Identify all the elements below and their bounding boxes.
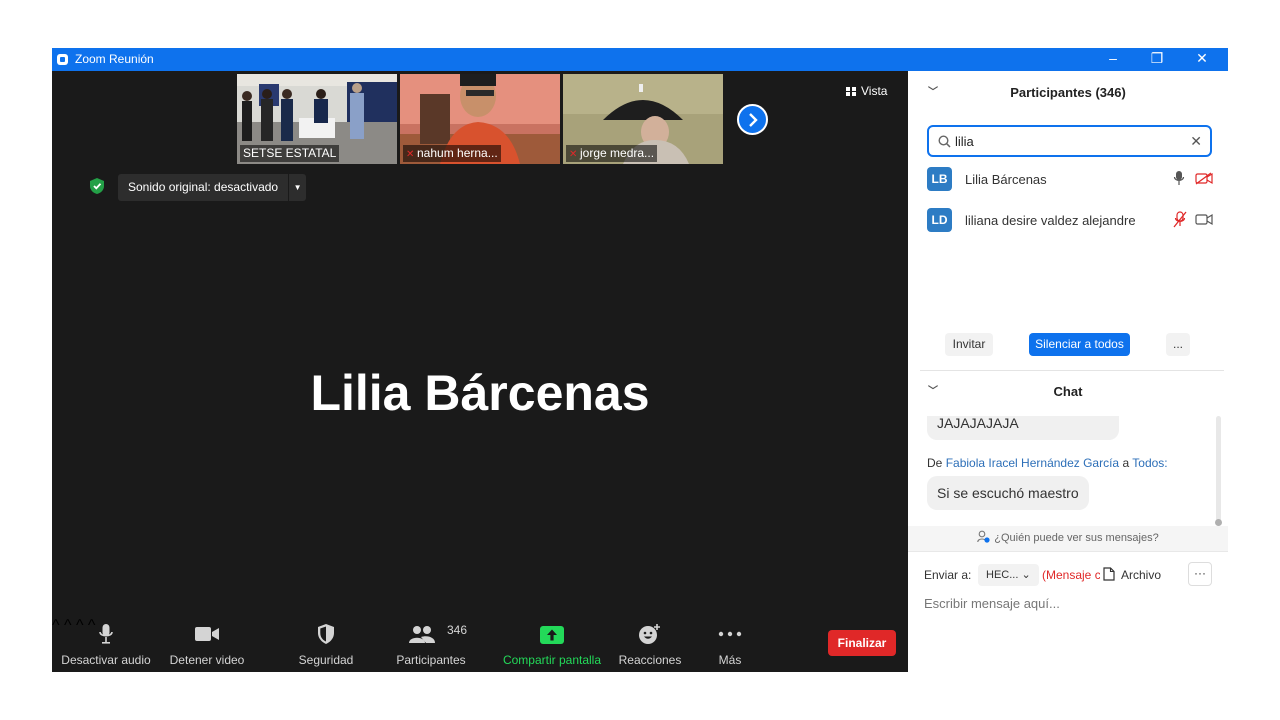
recipient-dropdown[interactable]: HEC... ⌄ [978,564,1039,586]
grid-view-icon [846,87,856,96]
original-sound-toggle[interactable]: Sonido original: desactivado ▼ [118,174,307,201]
collapse-participants-chevron-icon[interactable]: ﹀ [928,73,938,113]
microphone-icon[interactable] [1173,170,1185,187]
shield-icon [318,624,334,644]
mute-all-button[interactable]: Silenciar a todos [1029,333,1130,356]
participant-search-box: ✕ [927,125,1212,157]
zoom-window: Zoom Reunión – ❐ ✕ SETSE ESTATAL ✕ nahum… [52,48,1228,672]
chat-header: ﹀ Chat [908,372,1228,412]
sender-name-link[interactable]: Fabiola Iracel Hernández García [946,456,1119,470]
zoom-logo-icon [57,54,68,65]
collapse-chat-chevron-icon[interactable]: ﹀ [928,372,938,412]
chat-more-button[interactable]: ··· [1188,562,1212,586]
invite-button[interactable]: Invitar [945,333,993,356]
stop-video-button[interactable]: Detener video [162,617,252,672]
active-speaker-name: Lilia Bárcenas [310,365,650,421]
title-bar: Zoom Reunión – ❐ ✕ [52,48,1228,71]
avatar: LD [927,208,952,232]
microphone-muted-icon[interactable] [1173,211,1187,228]
meeting-area: SETSE ESTATAL ✕ nahum herna... ✕ jorge m… [52,71,908,672]
compose-divider [908,551,1228,552]
participants-count-badge: 346 [447,623,468,637]
video-camera-icon[interactable] [1195,213,1213,226]
video-camera-icon [195,627,219,641]
minimize-button[interactable]: – [1090,48,1136,71]
microphone-icon [99,624,113,644]
meeting-toolbar: Desactivar audio ^ Detener video ^ Segur… [52,617,908,672]
avatar: LB [927,167,952,191]
mic-muted-icon: ✕ [569,149,578,160]
end-meeting-button[interactable]: Finalizar [828,630,896,656]
who-can-see-messages-link[interactable]: ¿Quién puede ver sus mensajes? [908,526,1228,551]
participants-header: ﹀ Participantes (346) [908,73,1228,113]
panel-divider [920,370,1224,371]
send-to-label: Enviar a: [924,568,972,582]
chat-message-bubble: Si se escuchó maestro [927,476,1089,510]
clear-search-icon[interactable]: ✕ [1190,133,1202,150]
participant-name: Lilia Bárcenas [965,172,1047,187]
file-button[interactable]: Archivo [1103,564,1161,586]
send-to-row: Enviar a: HEC... ⌄ (Mensaje c Archivo ··… [924,562,1224,586]
share-screen-button[interactable]: Compartir pantalla [496,617,608,672]
chat-message-bubble: JAJAJAJAJA [927,416,1119,440]
file-icon [1103,567,1115,581]
chevron-down-icon: ⌄ [1021,569,1031,581]
participant-name-label: ✕ nahum herna... [403,145,501,162]
video-thumbnail-nahum[interactable]: ✕ nahum herna... [400,74,560,164]
participant-name: liliana desire valdez alejandre [965,213,1136,228]
participant-name-label: SETSE ESTATAL [240,145,340,162]
emoji-reaction-icon [639,624,660,644]
side-panel: ﹀ Participantes (346) ✕ LB Lilia Bárcena… [908,71,1228,672]
mute-audio-button[interactable]: Desactivar audio [58,617,154,672]
restore-button[interactable]: ❐ [1134,48,1180,71]
chat-title: Chat [1053,384,1083,399]
video-thumbnail-setse[interactable]: SETSE ESTATAL [237,74,397,164]
view-button[interactable]: Vista [846,82,887,100]
participants-button[interactable]: 346 Participantes [388,617,474,672]
recipient-link[interactable]: Todos: [1132,456,1167,470]
more-dots-icon [718,631,742,637]
participant-row-lilia[interactable]: LB Lilia Bárcenas [908,161,1228,197]
encryption-shield-icon[interactable] [88,177,106,195]
participant-search-input[interactable] [955,132,1185,150]
close-button[interactable]: ✕ [1179,48,1225,71]
person-privacy-icon [977,530,990,543]
caret-down-icon[interactable]: ▼ [288,174,306,201]
next-page-button[interactable] [737,104,768,135]
participant-name-label: ✕ jorge medra... [566,145,658,162]
participants-more-button[interactable]: ... [1166,333,1190,356]
video-off-icon[interactable] [1195,172,1213,185]
chat-messages: JAJAJAJAJA De Fabiola Iracel Hernández G… [920,416,1224,526]
search-icon [938,135,951,148]
video-thumbnail-jorge[interactable]: ✕ jorge medra... [563,74,723,164]
security-button[interactable]: Seguridad [288,617,364,672]
more-button[interactable]: Más [706,617,754,672]
mic-muted-icon: ✕ [406,149,415,160]
chat-message-input[interactable] [924,593,1214,613]
reactions-button[interactable]: Reacciones [612,617,688,672]
participants-title: Participantes (346) [1010,85,1126,100]
participant-row-liliana[interactable]: LD liliana desire valdez alejandre [908,202,1228,238]
window-title: Zoom Reunión [75,52,154,66]
chat-message-sender: De Fabiola Iracel Hernández García a Tod… [927,456,1168,470]
private-message-note: (Mensaje c [1042,568,1100,582]
chat-scrollbar[interactable] [1215,416,1222,526]
participants-icon [409,626,435,643]
share-screen-icon [540,626,564,644]
chevron-right-icon [749,113,758,127]
